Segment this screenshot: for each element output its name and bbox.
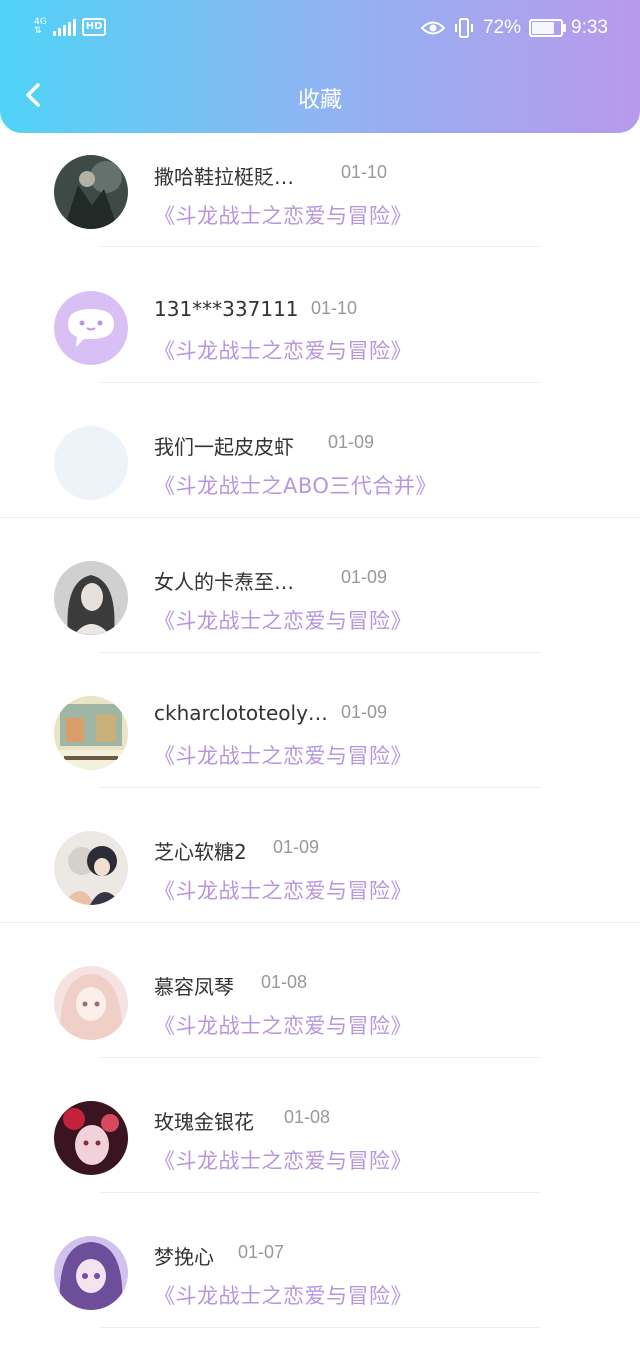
book-title-link[interactable]: 《斗龙战士之恋爱与冒险》 bbox=[154, 1280, 412, 1310]
avatar bbox=[54, 426, 128, 500]
app-header: 4G ⇅ HD 72% 9:33 收藏 bbox=[0, 0, 640, 133]
avatar bbox=[54, 966, 128, 1040]
book-title-link[interactable]: 《斗龙战士之恋爱与冒险》 bbox=[154, 1145, 412, 1175]
data-arrows-icon: ⇅ bbox=[34, 26, 42, 36]
status-bar: 4G ⇅ HD 72% 9:33 bbox=[0, 0, 640, 56]
book-title-link[interactable]: 《斗龙战士之恋爱与冒险》 bbox=[154, 740, 412, 770]
list-item[interactable]: 梦挽心 01-07 《斗龙战士之恋爱与冒险》 bbox=[0, 1213, 640, 1348]
username: 我们一起皮皮虾 bbox=[154, 435, 294, 459]
avatar bbox=[54, 1101, 128, 1175]
date: 01-10 bbox=[311, 298, 358, 318]
username: 梦挽心 bbox=[154, 1245, 214, 1269]
username: 131***337111 bbox=[154, 297, 299, 321]
favorites-list: 撒哈鞋拉梃貶… 01-10 《斗龙战士之恋爱与冒险》 131***337111 … bbox=[0, 133, 640, 1348]
username: 芝心软糖2 bbox=[154, 840, 247, 864]
username: ckharclototeoly… bbox=[154, 701, 328, 725]
list-item[interactable]: 玫瑰金银花 01-08 《斗龙战士之恋爱与冒险》 bbox=[0, 1078, 640, 1213]
clock: 9:33 bbox=[571, 17, 608, 38]
date: 01-08 bbox=[284, 1107, 331, 1127]
username: 玫瑰金银花 bbox=[154, 1110, 254, 1134]
avatar bbox=[54, 561, 128, 635]
list-item[interactable]: 慕容凤琴 01-08 《斗龙战士之恋爱与冒险》 bbox=[0, 943, 640, 1078]
list-item[interactable]: ckharclototeoly… 01-09 《斗龙战士之恋爱与冒险》 bbox=[0, 673, 640, 808]
date: 01-09 bbox=[273, 837, 320, 857]
book-title-link[interactable]: 《斗龙战士之恋爱与冒险》 bbox=[154, 335, 412, 365]
network-indicator: 4G ⇅ bbox=[34, 18, 47, 36]
divider bbox=[100, 1057, 540, 1058]
username: 慕容凤琴 bbox=[154, 975, 234, 999]
book-title-link[interactable]: 《斗龙战士之恋爱与冒险》 bbox=[154, 200, 412, 230]
divider bbox=[100, 787, 540, 788]
list-item[interactable]: 女人的卡焘至… 01-09 《斗龙战士之恋爱与冒险》 bbox=[0, 538, 640, 673]
vibrate-icon bbox=[454, 18, 473, 38]
avatar bbox=[54, 831, 128, 905]
divider bbox=[0, 517, 640, 518]
hd-badge: HD bbox=[81, 18, 107, 36]
divider bbox=[0, 922, 640, 923]
battery-fill bbox=[532, 22, 554, 34]
battery-icon bbox=[529, 19, 567, 37]
eye-icon bbox=[420, 21, 445, 35]
divider bbox=[100, 246, 540, 247]
date: 01-09 bbox=[341, 702, 388, 722]
date: 01-09 bbox=[341, 567, 388, 587]
avatar bbox=[54, 1236, 128, 1310]
avatar bbox=[54, 696, 128, 770]
book-title-link[interactable]: 《斗龙战士之恋爱与冒险》 bbox=[154, 605, 412, 635]
book-title-link[interactable]: 《斗龙战士之恋爱与冒险》 bbox=[154, 875, 412, 905]
divider bbox=[100, 382, 540, 383]
date: 01-07 bbox=[238, 1242, 285, 1262]
book-title-link[interactable]: 《斗龙战士之ABO三代合并》 bbox=[154, 470, 437, 500]
divider bbox=[100, 1327, 540, 1328]
avatar bbox=[54, 291, 128, 365]
status-right: 72% 9:33 bbox=[420, 14, 608, 42]
list-item[interactable]: 131***337111 01-10 《斗龙战士之恋爱与冒险》 bbox=[0, 268, 640, 403]
divider bbox=[100, 652, 540, 653]
book-title-link[interactable]: 《斗龙战士之恋爱与冒险》 bbox=[154, 1010, 412, 1040]
date: 01-09 bbox=[328, 432, 375, 452]
signal-icon bbox=[52, 18, 76, 36]
page-title: 收藏 bbox=[297, 88, 342, 113]
username: 女人的卡焘至… bbox=[154, 570, 294, 594]
status-left: 4G ⇅ HD bbox=[34, 14, 107, 40]
list-item[interactable]: 芝心软糖2 01-09 《斗龙战士之恋爱与冒险》 bbox=[0, 808, 640, 943]
date: 01-08 bbox=[261, 972, 308, 992]
list-item[interactable]: 我们一起皮皮虾 01-09 《斗龙战士之ABO三代合并》 bbox=[0, 403, 640, 538]
divider bbox=[100, 1192, 540, 1193]
username: 撒哈鞋拉梃貶… bbox=[154, 165, 294, 189]
battery-percent: 72% bbox=[482, 17, 522, 38]
avatar bbox=[54, 155, 128, 229]
date: 01-10 bbox=[341, 162, 388, 182]
list-item[interactable]: 撒哈鞋拉梃貶… 01-10 《斗龙战士之恋爱与冒险》 bbox=[0, 133, 640, 268]
